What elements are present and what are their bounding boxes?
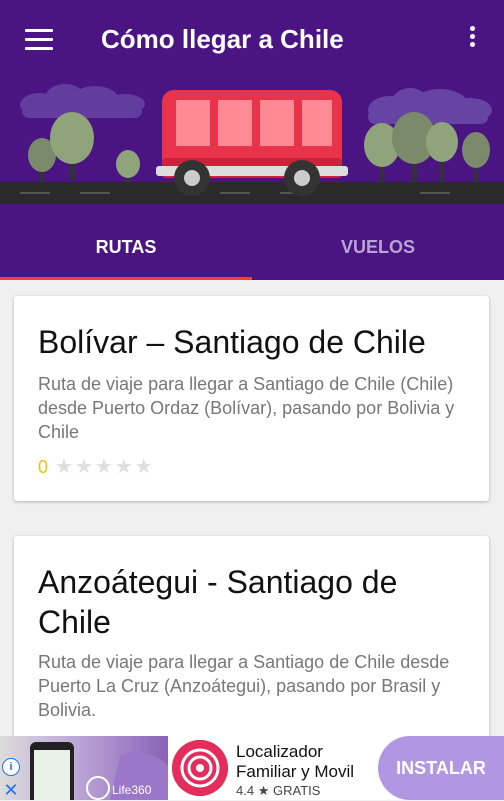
star-icon: ★: [257, 783, 270, 798]
star-icon: ★: [74, 456, 93, 478]
ad-price: GRATIS: [272, 783, 321, 798]
star-icon: ★: [55, 456, 73, 478]
adchoices-icon[interactable]: i: [2, 758, 20, 776]
hero-illustration: [0, 80, 504, 215]
ad-brand-text: Life360: [112, 783, 152, 797]
route-rating: 0 ★ ★ ★ ★ ★: [38, 454, 153, 479]
bus-road-illustration: [0, 80, 504, 215]
star-icon: ★: [114, 456, 133, 478]
route-title: Anzoátegui - Santiago de Chile: [38, 564, 398, 640]
route-title: Bolívar – Santiago de Chile: [38, 324, 426, 360]
star-icon: ★: [94, 456, 113, 478]
ad-banner[interactable]: Life360 i ✕ Localizador Familiar y Movil…: [0, 736, 504, 800]
tab-indicator: [0, 277, 252, 280]
tab-bar: RUTAS VUELOS: [0, 215, 504, 280]
app-logo-icon: [172, 740, 228, 796]
tab-rutas[interactable]: RUTAS: [0, 215, 252, 280]
more-options-icon[interactable]: [462, 26, 482, 54]
install-button[interactable]: INSTALAR: [378, 736, 504, 800]
app-bar: Cómo llegar a Chile: [0, 0, 504, 80]
menu-icon[interactable]: [25, 29, 53, 51]
ad-app-name: Localizador Familiar y Movil: [236, 742, 355, 781]
app-title: Cómo llegar a Chile: [101, 24, 344, 54]
close-ad-icon[interactable]: ✕: [2, 781, 20, 799]
ad-image[interactable]: Life360: [0, 736, 168, 800]
route-description: Ruta de viaje para llegar a Santiago de …: [38, 652, 450, 720]
route-card[interactable]: Bolívar – Santiago de Chile Ruta de viaj…: [14, 296, 489, 501]
ad-rating: 4.4 ★ GRATIS: [236, 783, 320, 799]
rating-count: 0: [38, 457, 49, 477]
ad-rating-value: 4.4: [236, 783, 255, 798]
route-description: Ruta de viaje para llegar a Santiago de …: [38, 374, 455, 442]
phone-illustration: Life360: [30, 742, 168, 800]
star-icon: ★: [134, 456, 153, 478]
tab-vuelos[interactable]: VUELOS: [252, 215, 504, 280]
